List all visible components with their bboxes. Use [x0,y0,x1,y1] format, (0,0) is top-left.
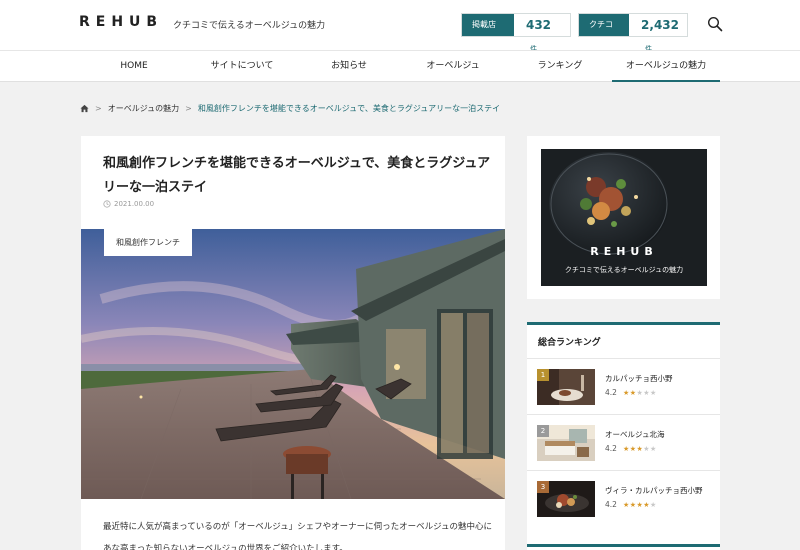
ranking-thumbnail: 3 [537,481,595,517]
stat-number: 432 [525,18,552,32]
terrace-sunset-image [81,229,505,499]
clock-icon [103,200,111,208]
site-tagline: クチコミで伝えるオーベルジュの魅力 [173,21,326,31]
ranking-item[interactable]: 1 カルパッチョ西小野 4.2 ★★★★★ [527,358,720,414]
listed-stores-stat: 掲載店舗 432件 [461,13,571,53]
search-icon[interactable] [707,16,723,32]
banner-logo: REHUB [590,245,658,258]
nav-item-auberge-charm[interactable]: オーベルジュの魅力 [612,51,720,82]
breadcrumb-current: 和風創作フレンチを堪能できるオーベルジュで、美食とラグジュアリーな一泊ステイ [197,104,501,113]
star-rating: ★★★★★ [622,388,657,397]
site-header: REHUB クチコミで伝えるオーベルジュの魅力 掲載店舗 432件 クチコミ数 … [0,0,800,53]
ranking-item[interactable]: 2 オーベルジュ北海 4.2 ★★★★★ [527,414,720,470]
date-text: 2021.00.00 [114,200,155,208]
sidebar-banner[interactable]: REHUB クチコミで伝えるオーベルジュの魅力 [541,149,707,286]
overall-ranking: 総合ランキング 1 カルパッチョ西小野 4.2 ★★★★★ 2 オーベルジュ北海… [527,322,720,550]
star-rating: ★★★★★ [622,444,657,453]
article-date: 2021.00.00 [103,200,154,208]
breadcrumb: > オーベルジュの魅力 > 和風創作フレンチを堪能できるオーベルジュで、美食とラ… [80,103,500,114]
stat-label: クチコミ数 [579,14,630,51]
hero-image: 和風創作フレンチ [81,229,505,499]
rank-badge: 1 [537,369,549,381]
nav-item-ranking[interactable]: ランキング [518,51,602,82]
rank-badge: 3 [537,481,549,493]
reviews-stat: クチコミ数 2,432件 [578,13,688,53]
nav-item-news[interactable]: お知らせ [308,51,390,82]
star-rating: ★★★★★ [622,500,657,509]
breadcrumb-separator: > [95,104,102,113]
score-value: 4.2 [605,388,617,397]
stat-value: 432件 [514,14,570,53]
article-intro: 最近特に人気が高まっているのが「オーベルジュ」シェフやオーナーに伺ったオーベルジ… [103,522,493,550]
stat-number: 2,432 [641,18,679,32]
breadcrumb-separator: > [185,104,192,113]
sidebar-banner-card: REHUB クチコミで伝えるオーベルジュの魅力 [527,136,720,299]
category-tag[interactable]: 和風創作フレンチ [104,229,192,256]
banner-tagline: クチコミで伝えるオーベルジュの魅力 [564,266,684,274]
stat-value: 2,432件 [629,14,687,53]
next-sidebar-widget [527,544,720,550]
site-logo[interactable]: REHUB [79,14,163,30]
rank-badge: 2 [537,425,549,437]
home-icon[interactable] [80,104,89,113]
ranking-thumbnail: 1 [537,369,595,405]
ranking-title: 総合ランキング [538,338,601,348]
ranking-name: ヴィラ・カルパッチョ西小野 [605,486,703,495]
article-title: 和風創作フレンチを堪能できるオーベルジュで、美食とラグジュアリーな一泊ステイ [103,156,491,195]
ranking-score: 4.2 ★★★★★ [605,388,657,397]
ranking-item[interactable]: 3 ヴィラ・カルパッチョ西小野 4.2 ★★★★★ [527,470,720,526]
nav-item-home[interactable]: HOME [93,51,175,82]
nav-item-about[interactable]: サイトについて [198,51,286,82]
ranking-score: 4.2 ★★★★★ [605,444,657,453]
breadcrumb-category[interactable]: オーベルジュの魅力 [108,103,179,114]
score-value: 4.2 [605,444,617,453]
stat-label: 掲載店舗 [462,14,514,51]
ranking-score: 4.2 ★★★★★ [605,500,657,509]
article-card: 和風創作フレンチを堪能できるオーベルジュで、美食とラグジュアリーな一泊ステイ 2… [81,136,505,550]
main-nav: HOME サイトについて お知らせ オーベルジュ ランキング オーベルジュの魅力 [0,50,800,82]
nav-item-auberge[interactable]: オーベルジュ [412,51,494,82]
ranking-name: オーベルジュ北海 [605,430,665,439]
ranking-thumbnail: 2 [537,425,595,461]
score-value: 4.2 [605,500,617,509]
ranking-name: カルパッチョ西小野 [605,374,673,383]
